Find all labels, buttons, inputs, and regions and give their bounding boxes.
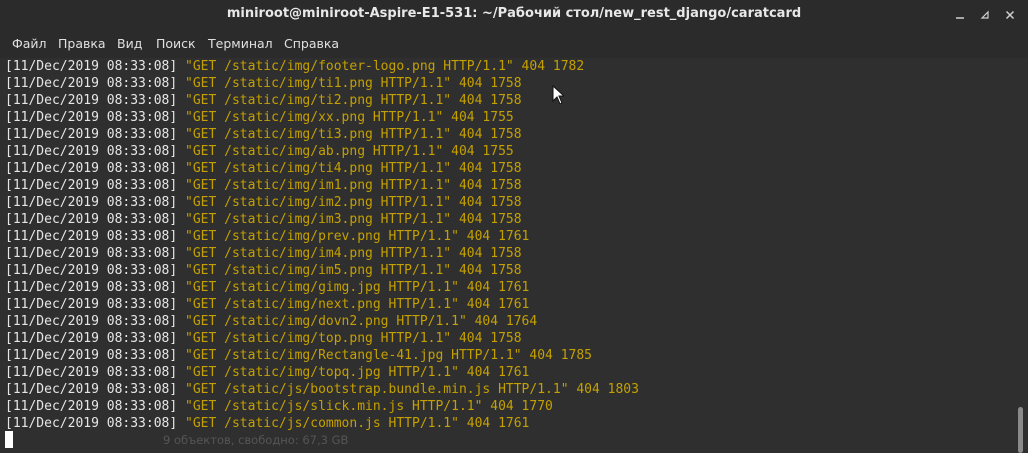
log-request: "GET /static/js/bootstrap.bundle.min.js …	[185, 382, 639, 397]
log-request: "GET /static/img/ti1.png HTTP/1.1" 404 1…	[185, 76, 522, 91]
log-request: "GET /static/img/im5.png HTTP/1.1" 404 1…	[185, 263, 522, 278]
log-timestamp: [11/Dec/2019 08:33:08]	[5, 127, 178, 142]
log-line: [11/Dec/2019 08:33:08] "GET /static/img/…	[5, 126, 522, 143]
file-manager-status-ghost: 9 объектов, свободно: 67,3 GB	[163, 433, 349, 447]
text-cursor	[5, 431, 13, 448]
log-request: "GET /static/img/prev.png HTTP/1.1" 404 …	[185, 229, 530, 244]
menu-bar: Файл Правка Вид Поиск Терминал Справка	[0, 30, 1028, 59]
log-request: "GET /static/img/top.png HTTP/1.1" 404 1…	[185, 331, 522, 346]
log-timestamp: [11/Dec/2019 08:33:08]	[5, 365, 178, 380]
log-timestamp: [11/Dec/2019 08:33:08]	[5, 246, 178, 261]
log-request: "GET /static/img/Rectangle-41.jpg HTTP/1…	[185, 348, 593, 363]
log-line: [11/Dec/2019 08:33:08] "GET /static/img/…	[5, 75, 522, 92]
log-timestamp: [11/Dec/2019 08:33:08]	[5, 195, 178, 210]
minimize-button[interactable]	[947, 8, 972, 22]
log-line: [11/Dec/2019 08:33:08] "GET /static/img/…	[5, 347, 592, 364]
log-line: [11/Dec/2019 08:33:08] "GET /static/js/s…	[5, 398, 553, 415]
log-timestamp: [11/Dec/2019 08:33:08]	[5, 314, 178, 329]
restore-icon	[980, 10, 989, 19]
log-request: "GET /static/img/next.png HTTP/1.1" 404 …	[185, 297, 530, 312]
log-request: "GET /static/js/slick.min.js HTTP/1.1" 4…	[185, 399, 553, 414]
log-line: [11/Dec/2019 08:33:08] "GET /static/img/…	[5, 279, 529, 296]
log-line: [11/Dec/2019 08:33:08] "GET /static/img/…	[5, 160, 522, 177]
log-line: [11/Dec/2019 08:33:08] "GET /static/img/…	[5, 92, 522, 109]
log-line: [11/Dec/2019 08:33:08] "GET /static/js/c…	[5, 415, 529, 432]
log-request: "GET /static/img/topq.jpg HTTP/1.1" 404 …	[185, 365, 530, 380]
terminal-output[interactable]: [11/Dec/2019 08:33:08] "GET /static/img/…	[0, 58, 1028, 453]
log-timestamp: [11/Dec/2019 08:33:08]	[5, 331, 178, 346]
log-line: [11/Dec/2019 08:33:08] "GET /static/img/…	[5, 194, 522, 211]
log-line: [11/Dec/2019 08:33:08] "GET /static/js/b…	[5, 381, 639, 398]
log-request: "GET /static/img/im3.png HTTP/1.1" 404 1…	[185, 212, 522, 227]
window-title: miniroot@miniroot-Aspire-E1-531: ~/Рабоч…	[226, 6, 802, 21]
log-timestamp: [11/Dec/2019 08:33:08]	[5, 161, 178, 176]
mouse-pointer-icon	[552, 85, 564, 105]
log-timestamp: [11/Dec/2019 08:33:08]	[5, 280, 178, 295]
log-timestamp: [11/Dec/2019 08:33:08]	[5, 382, 178, 397]
menu-help[interactable]: Справка	[284, 36, 339, 51]
log-timestamp: [11/Dec/2019 08:33:08]	[5, 178, 178, 193]
log-timestamp: [11/Dec/2019 08:33:08]	[5, 76, 178, 91]
minimize-icon	[955, 17, 964, 19]
log-request: "GET /static/img/ti3.png HTTP/1.1" 404 1…	[185, 127, 522, 142]
menu-edit[interactable]: Правка	[58, 36, 106, 51]
log-timestamp: [11/Dec/2019 08:33:08]	[5, 144, 178, 159]
log-timestamp: [11/Dec/2019 08:33:08]	[5, 399, 178, 414]
menu-search[interactable]: Поиск	[156, 36, 196, 51]
log-line: [11/Dec/2019 08:33:08] "GET /static/img/…	[5, 228, 529, 245]
log-request: "GET /static/img/dovn2.png HTTP/1.1" 404…	[185, 314, 538, 329]
log-line: [11/Dec/2019 08:33:08] "GET /static/img/…	[5, 262, 522, 279]
close-button[interactable]	[997, 8, 1022, 22]
log-line: [11/Dec/2019 08:33:08] "GET /static/img/…	[5, 143, 514, 160]
log-line: [11/Dec/2019 08:33:08] "GET /static/img/…	[5, 330, 522, 347]
menu-file[interactable]: Файл	[12, 36, 47, 51]
log-request: "GET /static/img/ab.png HTTP/1.1" 404 17…	[185, 144, 514, 159]
log-timestamp: [11/Dec/2019 08:33:08]	[5, 93, 178, 108]
log-line: [11/Dec/2019 08:33:08] "GET /static/img/…	[5, 177, 522, 194]
title-bar: miniroot@miniroot-Aspire-E1-531: ~/Рабоч…	[0, 0, 1028, 30]
log-request: "GET /static/img/ti2.png HTTP/1.1" 404 1…	[185, 93, 522, 108]
log-timestamp: [11/Dec/2019 08:33:08]	[5, 348, 178, 363]
log-request: "GET /static/img/im1.png HTTP/1.1" 404 1…	[185, 178, 522, 193]
log-timestamp: [11/Dec/2019 08:33:08]	[5, 416, 178, 431]
log-timestamp: [11/Dec/2019 08:33:08]	[5, 212, 178, 227]
log-line: [11/Dec/2019 08:33:08] "GET /static/img/…	[5, 296, 529, 313]
log-timestamp: [11/Dec/2019 08:33:08]	[5, 297, 178, 312]
log-request: "GET /static/img/ti4.png HTTP/1.1" 404 1…	[185, 161, 522, 176]
log-request: "GET /static/img/footer-logo.png HTTP/1.…	[185, 59, 585, 74]
restore-button[interactable]	[972, 8, 997, 22]
log-line: [11/Dec/2019 08:33:08] "GET /static/img/…	[5, 364, 529, 381]
log-timestamp: [11/Dec/2019 08:33:08]	[5, 229, 178, 244]
log-line: [11/Dec/2019 08:33:08] "GET /static/img/…	[5, 109, 514, 126]
log-line: [11/Dec/2019 08:33:08] "GET /static/img/…	[5, 58, 584, 75]
menu-terminal[interactable]: Терминал	[208, 36, 273, 51]
menu-view[interactable]: Вид	[117, 36, 142, 51]
log-request: "GET /static/img/gimg.jpg HTTP/1.1" 404 …	[185, 280, 530, 295]
log-line: [11/Dec/2019 08:33:08] "GET /static/img/…	[5, 211, 522, 228]
log-timestamp: [11/Dec/2019 08:33:08]	[5, 59, 178, 74]
window-controls	[947, 8, 1022, 22]
log-request: "GET /static/img/im2.png HTTP/1.1" 404 1…	[185, 195, 522, 210]
log-request: "GET /static/js/common.js HTTP/1.1" 404 …	[185, 416, 530, 431]
log-line: [11/Dec/2019 08:33:08] "GET /static/img/…	[5, 245, 522, 262]
scrollbar-thumb[interactable]	[1018, 407, 1023, 453]
log-request: "GET /static/img/xx.png HTTP/1.1" 404 17…	[185, 110, 514, 125]
log-request: "GET /static/img/im4.png HTTP/1.1" 404 1…	[185, 246, 522, 261]
log-line: [11/Dec/2019 08:33:08] "GET /static/img/…	[5, 313, 537, 330]
close-icon	[1005, 10, 1014, 20]
log-timestamp: [11/Dec/2019 08:33:08]	[5, 263, 178, 278]
log-timestamp: [11/Dec/2019 08:33:08]	[5, 110, 178, 125]
